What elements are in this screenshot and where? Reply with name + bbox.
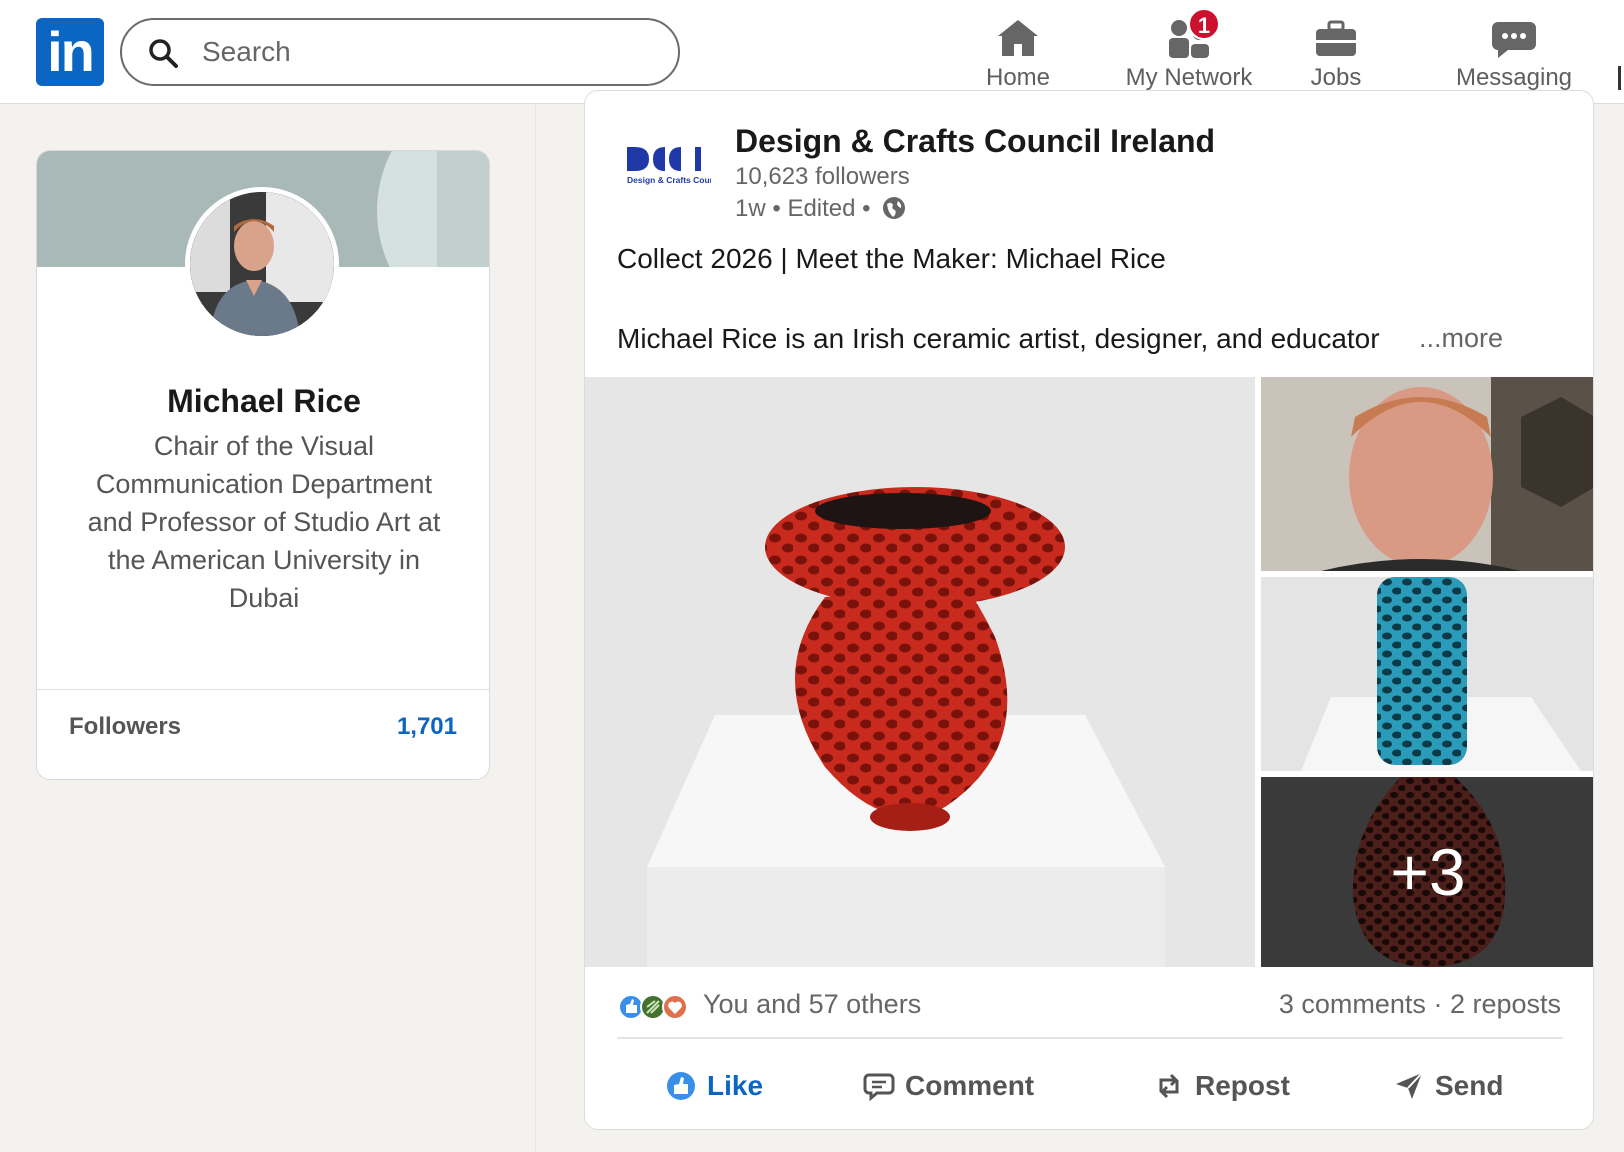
post-meta: 1w • Edited •: [735, 195, 907, 223]
post-image-portrait[interactable]: [1261, 377, 1593, 571]
comments-count[interactable]: 3 comments: [1279, 989, 1426, 1019]
profile-headline: Chair of the Visual Communication Depart…: [87, 431, 441, 613]
left-sidebar: Michael Rice Chair of the Visual Communi…: [0, 104, 536, 1152]
nav-home-label: Home: [985, 64, 1051, 91]
like-button[interactable]: Like: [665, 1051, 763, 1121]
nav-jobs[interactable]: Jobs: [1294, 0, 1378, 104]
search-bar[interactable]: [120, 18, 680, 86]
comment-icon: [863, 1073, 895, 1102]
nav-messaging-label: Messaging: [1455, 64, 1573, 91]
globe-icon: [883, 197, 906, 219]
post-stats: 3 comments · 2 reposts: [1278, 989, 1561, 1019]
see-more-link[interactable]: ...more: [1419, 323, 1503, 354]
post-edited: Edited: [787, 195, 856, 222]
comment-button[interactable]: Comment: [863, 1051, 1034, 1121]
post-body: Michael Rice is an Irish ceramic artist,…: [617, 323, 1380, 354]
search-icon: [149, 39, 178, 68]
organization-name[interactable]: Design & Crafts Council Ireland: [735, 123, 1215, 160]
messaging-icon: [1492, 22, 1536, 58]
post-image-dark-vessel[interactable]: +3: [1261, 777, 1593, 967]
comment-label: Comment: [905, 1070, 1035, 1101]
reposts-count[interactable]: 2 reposts: [1450, 989, 1561, 1019]
more-images-overlay[interactable]: +3: [1261, 777, 1593, 967]
post-time: 1w: [735, 195, 766, 222]
reactions-summary[interactable]: You and 57 others: [703, 989, 921, 1020]
feed-post: Design & Crafts Council Ireland Design &…: [584, 90, 1594, 1130]
send-icon: [1396, 1072, 1423, 1099]
send-button[interactable]: Send: [1393, 1051, 1503, 1121]
like-icon: [667, 1072, 695, 1100]
organization-logo-text: Design & Crafts Council Ireland: [627, 175, 711, 185]
avatar-photo: [190, 192, 334, 336]
notification-badge: 1: [1188, 8, 1220, 40]
organization-logo[interactable]: Design & Crafts Council Ireland: [625, 139, 711, 209]
search-input[interactable]: [202, 30, 652, 74]
nav-overflow-edge: [1618, 66, 1621, 90]
profile-card[interactable]: Michael Rice Chair of the Visual Communi…: [36, 150, 490, 780]
repost-label: Repost: [1195, 1070, 1290, 1101]
like-label: Like: [707, 1070, 764, 1101]
nav-my-network-label: My Network: [1125, 64, 1253, 91]
followers-label[interactable]: Followers: [69, 713, 181, 741]
linkedin-logo[interactable]: in: [36, 18, 104, 86]
reaction-icons[interactable]: [617, 989, 697, 1025]
profile-name[interactable]: Michael Rice: [37, 383, 489, 420]
post-title: Collect 2026 | Meet the Maker: Michael R…: [617, 243, 1166, 274]
followers-count[interactable]: 1,701: [397, 713, 457, 741]
send-label: Send: [1435, 1070, 1504, 1101]
profile-avatar[interactable]: [185, 187, 339, 341]
post-image-blue-vessel[interactable]: [1261, 577, 1593, 771]
nav-my-network[interactable]: 1 My Network: [1106, 0, 1272, 104]
repost-icon: [1159, 1073, 1179, 1099]
top-navigation-bar: in Home 1 My Network Jobs: [0, 0, 1624, 104]
home-icon: [998, 20, 1038, 56]
post-stats-divider: [617, 1037, 1563, 1039]
organization-followers: 10,623 followers: [735, 163, 910, 190]
nav-home[interactable]: Home: [970, 0, 1066, 104]
post-main-image[interactable]: [585, 377, 1255, 967]
profile-card-divider: [37, 689, 489, 690]
briefcase-icon: [1316, 20, 1356, 56]
repost-button[interactable]: Repost: [1153, 1051, 1290, 1121]
nav-jobs-label: Jobs: [1310, 64, 1362, 91]
nav-messaging[interactable]: Messaging: [1436, 0, 1592, 104]
